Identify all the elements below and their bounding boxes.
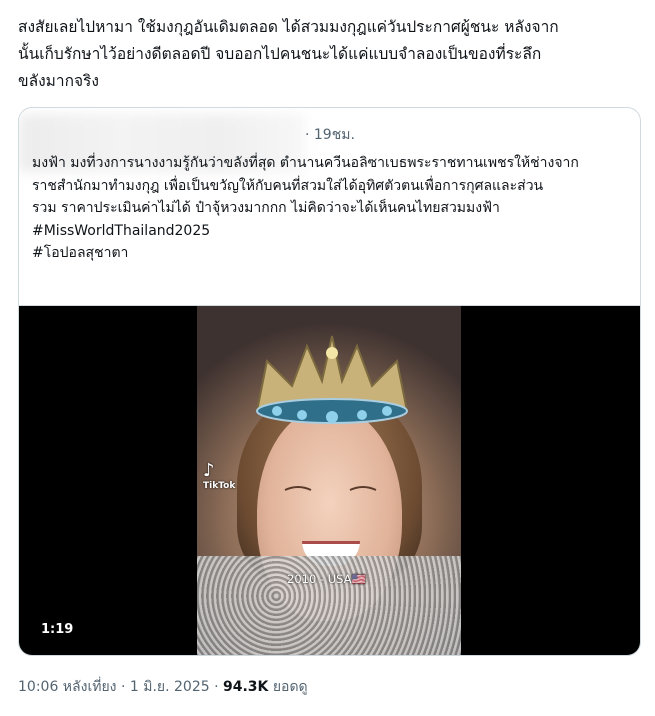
quoted-tweet-line: มงฟ้า มงที่วงการนางงามรู้กันว่าขลังที่สุ… xyxy=(32,155,579,171)
eyes-shape xyxy=(284,486,377,491)
hashtag-link[interactable]: #MissWorldThailand2025 xyxy=(32,220,632,243)
quoted-tweet-line: รวม ราคาประเมินค่าไม่ได้ ป๋าจุ้หวงมากกก … xyxy=(32,200,500,216)
hashtag-link[interactable]: #โอปอลสุชาตา xyxy=(32,242,632,265)
video-caption: 2010 - USA🇺🇸 xyxy=(287,572,366,586)
tweet-meta: 10:06 หลังเที่ยง · 1 มิ.ย. 2025 · 94.3K … xyxy=(18,676,308,698)
video-frame xyxy=(197,306,461,655)
view-count-label: ยอดดู xyxy=(268,679,308,695)
video-player[interactable]: ♪ TikTok 2010 - USA🇺🇸 1:19 xyxy=(19,306,640,655)
tweet-time[interactable]: 10:06 หลังเที่ยง xyxy=(18,679,117,695)
tweet-date[interactable]: 1 มิ.ย. 2025 xyxy=(130,679,210,695)
video-duration: 1:19 xyxy=(41,622,74,637)
tweet-text: สงสัยเลยไปหามา ใช้มงกุฎอันเดิมตลอด ได้สว… xyxy=(18,14,643,95)
tweet-text-line: นั้นเก็บรักษาไว้อย่างดีตลอดปี จบออกไปคนช… xyxy=(18,45,542,63)
tweet-text-line: ขลังมากจริง xyxy=(18,72,99,90)
crown-graphic xyxy=(255,335,409,424)
meta-separator: · xyxy=(209,679,223,695)
tiktok-label: TikTok xyxy=(203,481,236,491)
tweet-text-line: สงสัยเลยไปหามา ใช้มงกุฎอันเดิมตลอด ได้สว… xyxy=(18,18,559,36)
meta-separator: · xyxy=(116,679,130,695)
quoted-tweet-card[interactable]: · 19ชม. มงฟ้า มงที่วงการนางงามรู้กันว่าข… xyxy=(18,107,641,656)
quoted-tweet-text: มงฟ้า มงที่วงการนางงามรู้กันว่าขลังที่สุ… xyxy=(32,152,632,265)
quoted-tweet-line: ราชสำนักมาทำมงกุฎ เพื่อเป็นขวัญให้กับคนท… xyxy=(32,177,544,194)
quoted-tweet-time[interactable]: · 19ชม. xyxy=(305,124,355,146)
sparkle-background xyxy=(197,556,461,655)
view-count: 94.3K xyxy=(223,679,269,695)
tiktok-watermark: ♪ TikTok xyxy=(203,461,235,492)
tiktok-icon: ♪ xyxy=(203,460,215,481)
